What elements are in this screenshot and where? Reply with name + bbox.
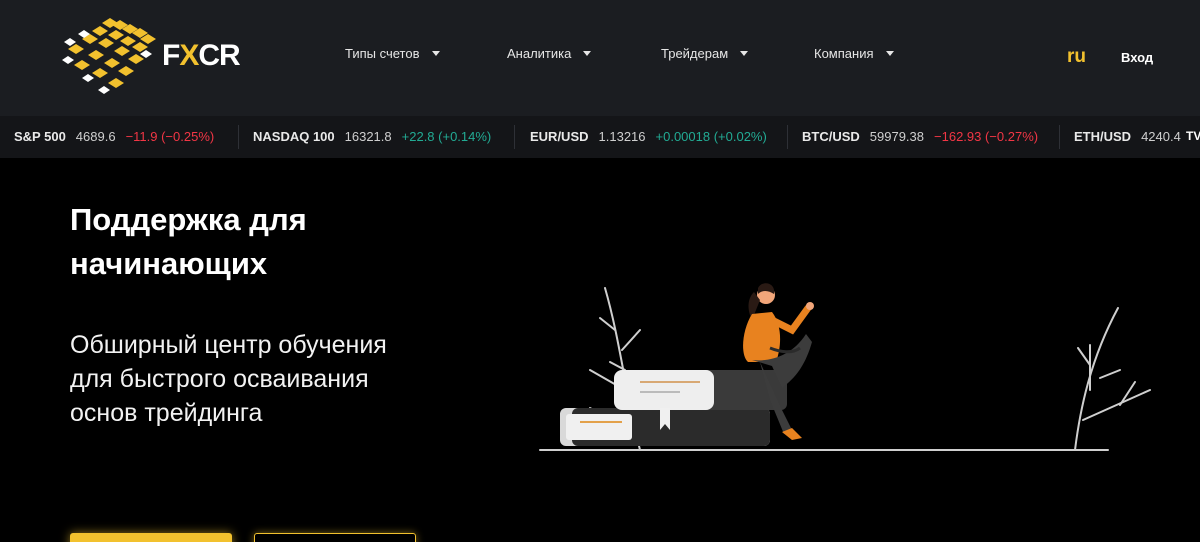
site-header: FXCR Типы счетов Аналитика Трейдерам Ком… [0, 0, 1200, 116]
nav-item-label: Типы счетов [345, 46, 420, 61]
ticker-item[interactable]: BTC/USD 59979.38 −162.93 (−0.27%) [802, 129, 1038, 144]
ticker-price: 59979.38 [869, 129, 925, 144]
primary-cta-button[interactable] [70, 533, 232, 542]
ticker-symbol: EUR/USD [530, 129, 589, 144]
ticker-price: 16321.8 [344, 129, 392, 144]
hero-subtitle: Обширный центр обучения для быстрого осв… [70, 331, 387, 427]
ticker-item[interactable]: S&P 500 4689.6 −11.9 (−0.25%) [14, 129, 214, 144]
ticker-divider [1059, 125, 1060, 149]
chevron-down-icon [583, 51, 592, 56]
market-ticker: S&P 500 4689.6 −11.9 (−0.25%) NASDAQ 100… [0, 116, 1200, 158]
nav-item-label: Аналитика [507, 46, 572, 61]
ticker-change: −11.9 (−0.25%) [125, 129, 215, 144]
secondary-cta-button[interactable] [254, 533, 416, 542]
reading-woman-illustration [539, 283, 1151, 451]
fxcr-logo[interactable]: FXCR [60, 16, 241, 96]
chevron-down-icon [885, 51, 894, 56]
ticker-symbol: BTC/USD [802, 129, 860, 144]
logo-wordmark: FXCR [162, 39, 241, 72]
nav-item-label: Компания [814, 46, 874, 61]
nav-item-account-types[interactable]: Типы счетов [345, 46, 440, 61]
ticker-divider [238, 125, 239, 149]
login-link[interactable]: Вход [1121, 50, 1153, 65]
nav-item-traders[interactable]: Трейдерам [661, 46, 749, 61]
ticker-divider [787, 125, 788, 149]
nav-item-company[interactable]: Компания [814, 46, 894, 61]
fxcr-logo-icon [62, 18, 156, 94]
ticker-item[interactable]: EUR/USD 1.13216 +0.00018 (+0.02%) [530, 129, 767, 144]
language-switcher[interactable]: ru [1067, 46, 1086, 68]
chevron-down-icon [740, 51, 749, 56]
ticker-divider [514, 125, 515, 149]
nav-item-analytics[interactable]: Аналитика [507, 46, 592, 61]
tradingview-logo[interactable]: TV [1186, 129, 1200, 143]
ticker-item[interactable]: ETH/USD 4240.4 [1074, 129, 1181, 144]
chevron-down-icon [431, 51, 440, 56]
ticker-symbol: NASDAQ 100 [253, 129, 335, 144]
ticker-change: +0.00018 (+0.02%) [655, 129, 767, 144]
ticker-change: −162.93 (−0.27%) [934, 129, 1039, 144]
hero-title: Поддержка для начинающих [70, 202, 307, 281]
ticker-symbol: S&P 500 [14, 129, 66, 144]
ticker-price: 1.13216 [598, 129, 646, 144]
ticker-item[interactable]: NASDAQ 100 16321.8 +22.8 (+0.14%) [253, 129, 491, 144]
ticker-price: 4240.4 [1141, 129, 1181, 144]
nav-item-label: Трейдерам [661, 46, 729, 61]
ticker-price: 4689.6 [75, 129, 116, 144]
ticker-symbol: ETH/USD [1074, 129, 1132, 144]
ticker-change: +22.8 (+0.14%) [401, 129, 492, 144]
